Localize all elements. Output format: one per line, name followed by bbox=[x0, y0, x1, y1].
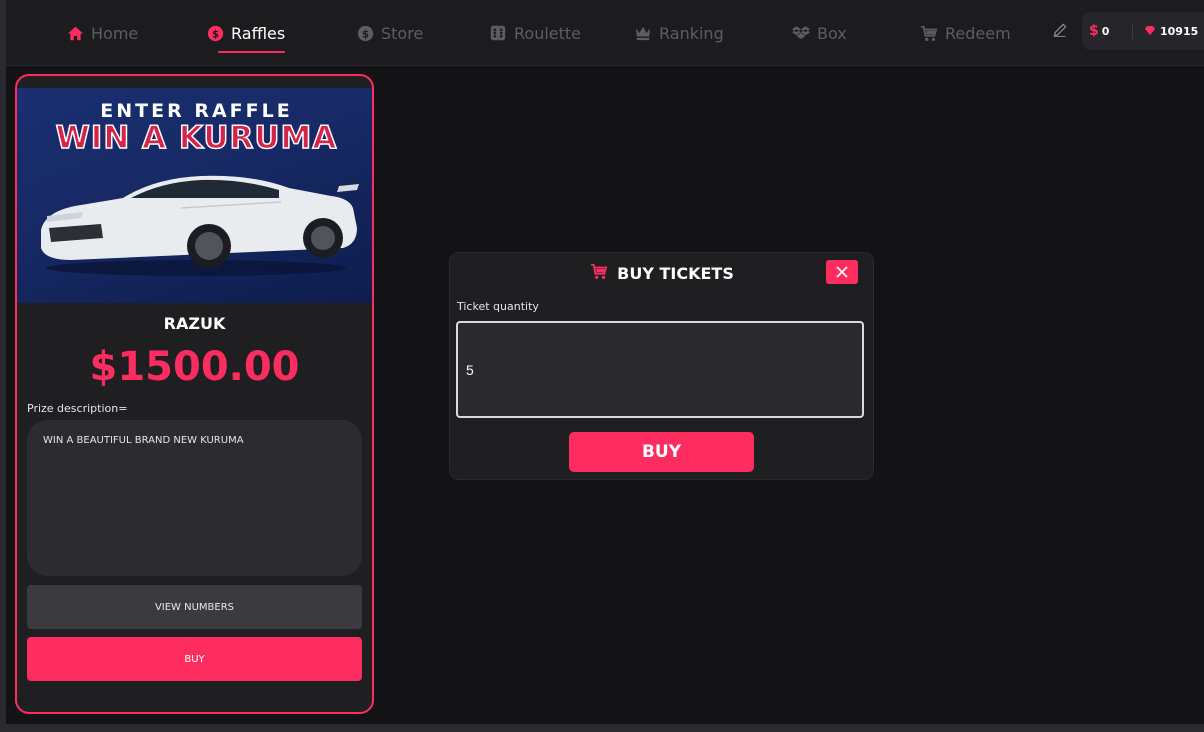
nav-item-box[interactable]: Box bbox=[792, 20, 847, 46]
car-illustration bbox=[41, 175, 359, 276]
cash-amount: 0 bbox=[1101, 24, 1110, 38]
dollar-icon: $ bbox=[1089, 23, 1099, 39]
buy-button[interactable]: BUY bbox=[27, 637, 362, 681]
ticket-quantity-label: Ticket quantity bbox=[457, 300, 539, 313]
raffle-banner-image: ENTER RAFFLE WIN A KURUMA bbox=[17, 88, 372, 303]
buy-tickets-modal: BUY TICKETS Ticket quantity BUY bbox=[449, 252, 874, 480]
gem-icon bbox=[1145, 25, 1155, 38]
prize-description-text: WIN A BEAUTIFUL BRAND NEW KURUMA bbox=[43, 435, 244, 446]
nav-item-redeem[interactable]: Redeem bbox=[920, 20, 1011, 46]
left-edge bbox=[0, 0, 6, 732]
home-icon bbox=[66, 24, 84, 42]
cart-icon bbox=[920, 24, 938, 42]
nav-item-raffles[interactable]: $ Raffles bbox=[206, 20, 286, 53]
raffle-coin-icon: $ bbox=[206, 24, 224, 42]
nav-item-ranking[interactable]: Ranking bbox=[634, 20, 724, 46]
close-icon bbox=[836, 266, 848, 278]
view-numbers-button[interactable]: VIEW NUMBERS bbox=[27, 585, 362, 629]
dice-icon bbox=[489, 24, 507, 42]
svg-text:$: $ bbox=[361, 29, 368, 40]
confirm-buy-button[interactable]: BUY bbox=[569, 432, 754, 472]
cart-icon bbox=[589, 263, 609, 284]
top-navbar: Home $ Raffles $ Store Roulette Ranking bbox=[6, 0, 1204, 66]
close-button[interactable] bbox=[826, 260, 858, 284]
nav-label-ranking: Ranking bbox=[659, 23, 724, 43]
nav-label-raffles: Raffles bbox=[231, 23, 286, 43]
nav-item-roulette[interactable]: Roulette bbox=[489, 20, 581, 46]
bottom-edge bbox=[6, 724, 1204, 732]
svg-text:$: $ bbox=[211, 29, 218, 40]
crown-icon bbox=[634, 24, 652, 42]
nav-label-box: Box bbox=[817, 23, 847, 43]
nav-label-redeem: Redeem bbox=[945, 23, 1011, 43]
raffle-title: RAZUK bbox=[163, 314, 226, 333]
banner-title: WIN A KURUMA bbox=[55, 119, 338, 157]
raffle-price: $1500.00 bbox=[89, 344, 300, 390]
banner-headline: ENTER RAFFLE bbox=[100, 100, 293, 122]
cash-balance: $ 0 bbox=[1082, 23, 1132, 39]
nav-label-roulette: Roulette bbox=[514, 23, 582, 43]
box-icon bbox=[792, 24, 810, 42]
app-window: Home $ Raffles $ Store Roulette Ranking bbox=[0, 0, 1204, 732]
gem-amount: 10915 bbox=[1160, 24, 1199, 38]
prize-description-box: WIN A BEAUTIFUL BRAND NEW KURUMA bbox=[27, 420, 362, 576]
modal-title: BUY TICKETS bbox=[617, 264, 734, 283]
nav-item-store[interactable]: $ Store bbox=[356, 20, 423, 46]
edit-pencil-icon[interactable] bbox=[1052, 22, 1070, 40]
nav-label-store: Store bbox=[381, 23, 424, 43]
wallet-balance: $ 0 10915 bbox=[1082, 12, 1204, 50]
ticket-quantity-input[interactable] bbox=[456, 321, 864, 418]
modal-header: BUY TICKETS bbox=[450, 263, 873, 284]
raffle-card: ENTER RAFFLE WIN A KURUMA RAZUK $1500.00… bbox=[15, 74, 374, 714]
prize-description-label: Prize description= bbox=[27, 402, 128, 415]
nav-label-home: Home bbox=[91, 23, 139, 43]
gem-balance: 10915 bbox=[1133, 25, 1198, 38]
store-coin-icon: $ bbox=[356, 24, 374, 42]
nav-item-home[interactable]: Home bbox=[66, 20, 138, 46]
